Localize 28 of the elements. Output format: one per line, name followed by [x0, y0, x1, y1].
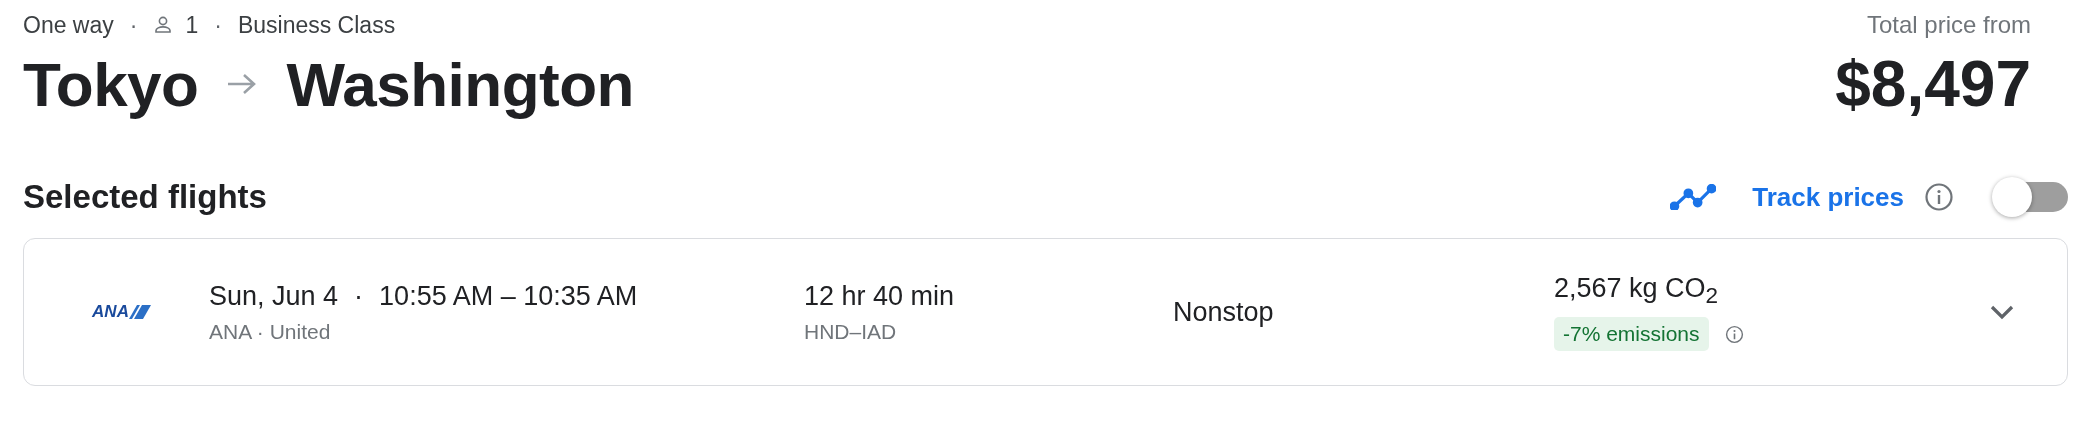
price-label: Total price from — [1866, 10, 2031, 40]
person-icon — [153, 15, 174, 35]
emissions-badge: -7% emissions — [1554, 317, 1709, 352]
track-prices-toggle[interactable] — [1992, 177, 2068, 217]
cabin-class: Business Class — [237, 11, 396, 39]
emissions: 2,567 kg CO$_{2}$ — [1554, 272, 1720, 310]
section-title: Selected flights — [23, 178, 267, 216]
info-icon[interactable] — [1924, 182, 1954, 212]
origin-city: Tokyo — [23, 48, 199, 120]
flight-date: Sun, Jun 4 — [209, 280, 339, 312]
airline-logo-text: ANA — [92, 302, 129, 322]
trend-icon — [1670, 184, 1717, 210]
separator-dot: · — [213, 11, 223, 39]
stripes-icon — [128, 304, 151, 320]
destination-city: Washington — [286, 48, 634, 120]
total-price: $8,497 — [1835, 47, 2031, 122]
separator-dot: · — [128, 11, 139, 39]
stops: Nonstop — [1173, 296, 1275, 328]
info-icon[interactable] — [1724, 324, 1744, 344]
trip-type: One way — [23, 11, 114, 39]
airlines: ANA · United — [209, 319, 332, 344]
passenger-count: 1 — [185, 11, 199, 39]
flight-card[interactable]: ANA Sun, Jun 4 · 10:55 AM – 10:35 AM ANA · United 12 hr 40 min HND–IAD Nonstop 2,567 kg CO$_{2}$ -7% emissions — [23, 238, 2068, 386]
duration: 12 hr 40 min — [804, 280, 956, 312]
separator-dot: · — [353, 280, 365, 312]
airports: HND–IAD — [804, 319, 898, 344]
track-prices-button[interactable]: Track prices — [1732, 181, 1908, 213]
flight-times: 10:55 AM – 10:35 AM — [379, 280, 638, 312]
